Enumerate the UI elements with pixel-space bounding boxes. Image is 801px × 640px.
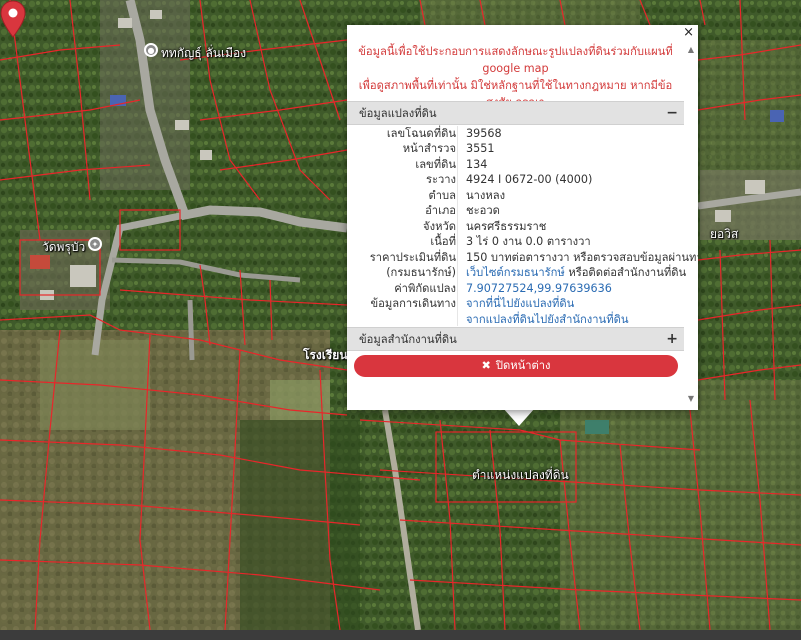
bottom-bar — [0, 630, 801, 640]
row-deed-number: เลขโฉนดที่ดิน 39568 — [347, 126, 684, 141]
row-directions: ข้อมูลการเดินทาง จากที่นี่ไปยังแปลงที่ดิ… — [347, 296, 684, 311]
row-value: เว็บไซต์กรมธนารักษ์ หรือติดต่อสำนักงานที… — [466, 265, 686, 280]
row-value: 4924 I 0672-00 (4000) — [466, 173, 593, 186]
scroll-up-icon[interactable]: ▲ — [688, 45, 694, 54]
close-window-label: ปิดหน้าต่าง — [495, 359, 551, 372]
row-label: หน้าสำรวจ — [402, 142, 456, 155]
popup-tail — [503, 408, 535, 426]
row-label: เลขโฉนดที่ดิน — [386, 127, 456, 140]
poi-pin-icon[interactable]: ● — [144, 43, 158, 57]
row-label: เลขที่ดิน — [415, 157, 456, 171]
row-value-suffix: หรือติดต่อสำนักงานที่ดิน — [564, 266, 687, 279]
row-value: 3 ไร่ 0 งาน 0.0 ตารางวา — [466, 235, 591, 248]
row-label: ตำบล — [428, 188, 456, 202]
row-label: อำเภอ — [425, 204, 456, 217]
poi-label-temple[interactable]: วัดพรุบัว — [42, 238, 85, 257]
section-parcel-title: ข้อมูลแปลงที่ดิน — [359, 107, 437, 120]
row-treasury: (กรมธนารักษ์) เว็บไซต์กรมธนารักษ์ หรือติ… — [347, 265, 686, 280]
row-coordinates: ค่าพิกัดแปลง 7.90727524,99.97639636 — [347, 281, 684, 296]
row-label: (กรมธนารักษ์) — [386, 266, 456, 279]
row-value: 134 — [466, 157, 488, 171]
row-survey-page: หน้าสำรวจ 3551 — [347, 141, 684, 156]
expand-icon[interactable]: + — [666, 327, 678, 351]
row-province: จังหวัด นครศรีธรรมราช — [347, 219, 684, 234]
coordinates-link[interactable]: 7.90727524,99.97639636 — [466, 281, 612, 296]
section-office-title: ข้อมูลสำนักงานที่ดิน — [359, 333, 457, 346]
row-label: ระวาง — [425, 173, 456, 186]
row-label: จังหวัด — [423, 219, 456, 233]
treasury-website-link[interactable]: เว็บไซต์กรมธนารักษ์ — [466, 266, 565, 279]
popup-close-icon[interactable]: × — [683, 25, 694, 40]
row-value: นครศรีธรรมราช — [466, 219, 547, 233]
close-x-icon: ✖ — [481, 359, 491, 372]
row-label: ค่าพิกัดแปลง — [394, 281, 456, 295]
close-window-button[interactable]: ✖ ปิดหน้าต่าง — [354, 355, 678, 377]
row-value: นางหลง — [466, 188, 506, 202]
row-label: ข้อมูลการเดินทาง — [370, 297, 456, 310]
section-parcel-header[interactable]: ข้อมูลแปลงที่ดิน − — [347, 101, 684, 125]
directions-to-office-link[interactable]: จากแปลงที่ดินไปยังสำนักงานที่ดิน — [466, 312, 629, 327]
row-map-sheet: ระวาง 4924 I 0672-00 (4000) — [347, 172, 684, 187]
row-directions-office: จากแปลงที่ดินไปยังสำนักงานที่ดิน — [347, 312, 684, 327]
row-label: เนื้อที่ — [430, 235, 456, 248]
temple-pin-icon[interactable]: ✦ — [88, 237, 102, 251]
row-value: ชะอวด — [466, 204, 500, 217]
poi-label-hospital[interactable]: ททกัญธุ์ ลั่นเมือง — [161, 44, 246, 63]
row-subdistrict: ตำบล นางหลง — [347, 188, 684, 203]
popup-scroll-area[interactable]: ข้อมูลนี้เพื่อใช้ประกอบการแสดงลักษณะรูปแ… — [347, 25, 698, 410]
row-district: อำเภอ ชะอวด — [347, 203, 684, 218]
row-land-number: เลขที่ดิน 134 — [347, 157, 684, 172]
collapse-icon[interactable]: − — [666, 101, 678, 125]
poi-label-road: ยอวิส — [710, 227, 739, 241]
row-label: ราคาประเมินที่ดิน — [369, 250, 456, 264]
directions-to-parcel-link[interactable]: จากที่นี่ไปยังแปลงที่ดิน — [466, 296, 574, 311]
poi-label-school[interactable]: โรงเรียน — [303, 346, 348, 365]
parcel-location-marker-icon[interactable] — [0, 0, 26, 38]
row-area: เนื้อที่ 3 ไร่ 0 งาน 0.0 ตารางวา — [347, 234, 684, 249]
marker-label: ตำแหน่งแปลงที่ดิน — [472, 468, 569, 482]
disclaimer-notice: ข้อมูลนี้เพื่อใช้ประกอบการแสดงลักษณะรูปแ… — [347, 25, 698, 126]
scroll-down-icon[interactable]: ▼ — [688, 394, 694, 403]
parcel-info-popup: ข้อมูลนี้เพื่อใช้ประกอบการแสดงลักษณะรูปแ… — [347, 25, 698, 410]
notice-line-1: ข้อมูลนี้เพื่อใช้ประกอบการแสดงลักษณะรูปแ… — [358, 45, 673, 75]
row-appraisal-price: ราคาประเมินที่ดิน 150 บาทต่อตารางวา หรือ… — [347, 250, 698, 265]
section-office-header[interactable]: ข้อมูลสำนักงานที่ดิน + — [347, 327, 684, 351]
row-value: 150 บาทต่อตารางวา หรือตรวจสอบข้อมูลผ่านท… — [466, 250, 698, 264]
row-value: 39568 — [466, 127, 502, 140]
row-value: 3551 — [466, 142, 495, 155]
